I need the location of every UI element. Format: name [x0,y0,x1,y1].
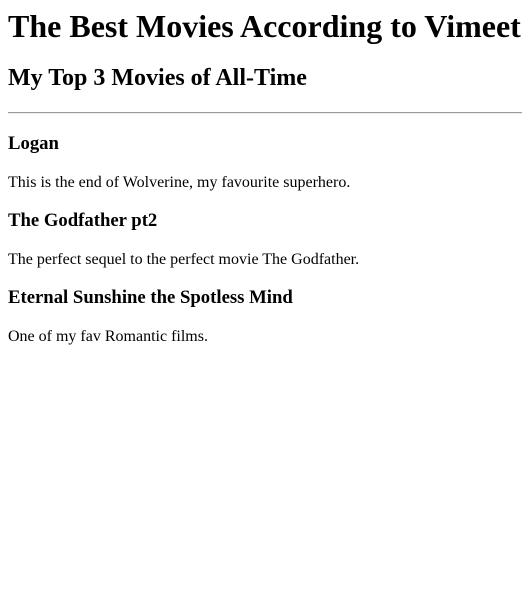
page-title: The Best Movies According to Vimeet [8,8,521,44]
movie-description: One of my fav Romantic films. [8,328,208,345]
movie-entry-eternal-sunshine: Eternal Sunshine the Spotless Mind One o… [8,287,522,346]
movie-title: Logan [8,133,59,154]
page-subtitle: My Top 3 Movies of All-Time [8,65,307,91]
movie-entry-logan: Logan This is the end of Wolverine, my f… [8,133,522,192]
divider [8,112,522,114]
movie-description: The perfect sequel to the perfect movie … [8,251,360,268]
page-content: The Best Movies According to Vimeet My T… [0,8,530,346]
movie-entry-godfather: The Godfather pt2 The perfect sequel to … [8,210,522,269]
movie-title: The Godfather pt2 [8,210,158,231]
movie-title: Eternal Sunshine the Spotless Mind [8,287,293,308]
movie-description: This is the end of Wolverine, my favouri… [8,174,351,191]
